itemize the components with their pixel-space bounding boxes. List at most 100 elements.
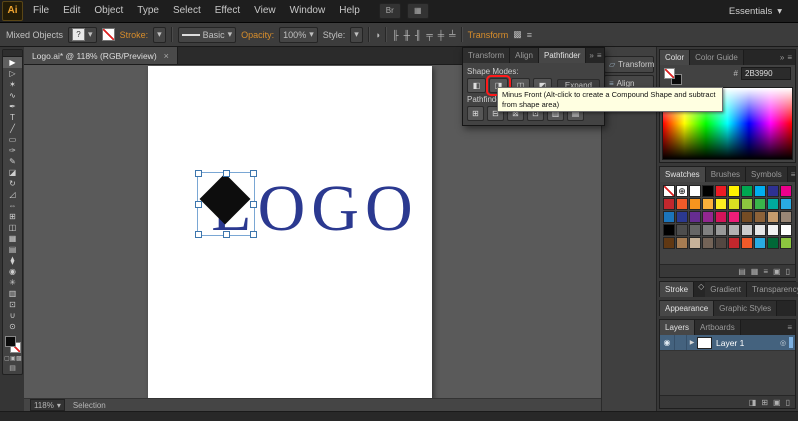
menu-select[interactable]: Select [166,0,208,22]
swatch[interactable] [663,224,675,236]
pencil-tool[interactable]: ✎ [3,156,22,167]
selection-tool[interactable]: ▶ [3,57,22,68]
target-circle-icon[interactable]: ◎ [777,339,789,347]
bridge-icon[interactable]: Br [378,3,401,19]
selection-bounding-box[interactable] [194,170,257,238]
selection-handle[interactable] [249,170,257,177]
swatch[interactable] [780,185,792,197]
line-segment-tool[interactable]: ╱ [3,123,22,134]
swatch[interactable] [741,198,753,210]
swatch[interactable] [754,237,766,249]
swatch-libraries-icon[interactable]: ▤ [738,267,746,276]
menu-file[interactable]: File [26,0,56,22]
swatch[interactable] [702,185,714,197]
swatch[interactable] [702,211,714,223]
type-tool[interactable]: T [3,112,22,123]
pen-tool[interactable]: ✒ [3,101,22,112]
swatch[interactable] [715,237,727,249]
tab-color-guide[interactable]: Color Guide [690,50,744,65]
stroke-weight-dropdown[interactable]: ▾ [153,26,166,43]
swatch[interactable] [702,237,714,249]
fill-swatch-icon[interactable] [5,336,16,347]
gradient-tool[interactable]: ▤ [3,244,22,255]
tab-artboards[interactable]: Artboards [695,320,741,335]
align-left-icon[interactable]: ╟ [392,30,398,40]
swatch[interactable] [754,224,766,236]
free-transform-tool[interactable]: ⊞ [3,211,22,222]
swatch[interactable] [780,237,792,249]
symbol-sprayer-tool[interactable]: ✳ [3,277,22,288]
menu-object[interactable]: Object [87,0,130,22]
selection-handle[interactable] [222,231,230,238]
swatch[interactable] [728,211,740,223]
layer-name[interactable]: Layer 1 [716,338,777,348]
swatch[interactable] [754,198,766,210]
swatch[interactable] [780,198,792,210]
disclosure-triangle-icon[interactable]: ▶ [687,339,697,346]
lock-toggle[interactable] [675,335,687,350]
brush-definition-dropdown[interactable]: Basic ▾ [177,26,237,43]
scale-tool[interactable]: ◿ [3,189,22,200]
isolate-mode-icon[interactable]: ▩ [513,29,522,40]
swatch[interactable] [676,198,688,210]
swatch-kinds-icon[interactable]: ≡ [763,267,768,276]
swatch[interactable] [728,185,740,197]
stroke-link[interactable]: Stroke: [120,30,149,40]
style-dropdown[interactable]: ▾ [350,26,363,43]
make-clipping-mask-icon[interactable]: ◨ [749,398,757,407]
tab-color[interactable]: Color [660,50,691,65]
opacity-dropdown[interactable]: 100% ▾ [279,26,318,43]
tab-pathfinder[interactable]: Pathfinder [538,48,587,63]
swatch[interactable] [767,211,779,223]
tab-brushes[interactable]: Brushes [705,167,747,182]
selection-handle[interactable] [194,201,202,208]
swatch[interactable] [715,211,727,223]
swatch[interactable] [741,237,753,249]
swatch[interactable] [663,198,675,210]
swatch[interactable] [754,185,766,197]
document-tab[interactable]: Logo.ai* @ 118% (RGB/Preview) × [23,47,178,64]
menu-help[interactable]: Help [332,0,367,22]
tab-transform[interactable]: Transform [463,48,511,63]
recolor-artwork-icon[interactable]: ◑ [375,30,380,40]
column-graph-tool[interactable]: ▥ [3,288,22,299]
artboard-tool[interactable]: ⊡ [3,299,22,310]
swatch[interactable] [663,185,675,197]
swatch[interactable] [702,198,714,210]
draw-normal-button[interactable]: ▢ [4,354,10,364]
swatch[interactable] [715,185,727,197]
align-right-icon[interactable]: ╢ [415,30,421,40]
swatch[interactable]: ⊕ [676,185,688,197]
swatch[interactable] [689,198,701,210]
swatch[interactable] [689,237,701,249]
lasso-tool[interactable]: ∿ [3,90,22,101]
tab-symbols[interactable]: Symbols [746,167,788,182]
toolbar-grip[interactable] [3,50,22,57]
swatch[interactable] [715,198,727,210]
opacity-link[interactable]: Opacity: [241,30,274,40]
arrange-documents-icon[interactable]: ▦ [406,3,429,19]
swatch[interactable] [728,198,740,210]
rotate-tool[interactable]: ↻ [3,178,22,189]
transform-link[interactable]: Transform [468,30,509,40]
panel-menu-icon[interactable]: ≡ [527,30,532,40]
swatch[interactable] [741,224,753,236]
eyedropper-tool[interactable]: ⧫ [3,255,22,266]
tab-swatches[interactable]: Swatches [660,167,706,182]
collapsed-transform-panel-button[interactable]: ▱ Transform [604,56,654,73]
tab-layers[interactable]: Layers [660,320,696,335]
direct-selection-tool[interactable]: ▷ [3,68,22,79]
swatch[interactable] [689,211,701,223]
swatch[interactable] [728,224,740,236]
align-top-icon[interactable]: ╤ [426,30,432,40]
swatch[interactable] [663,211,675,223]
magic-wand-tool[interactable]: ✶ [3,79,22,90]
new-sublayer-icon[interactable]: ⊞ [761,398,768,407]
panel-menu-icon[interactable]: ≡ [791,170,796,179]
screen-mode-button[interactable]: ▤ [3,364,22,374]
stroke-none-swatch-icon[interactable] [101,28,115,41]
eraser-tool[interactable]: ◪ [3,167,22,178]
swatch[interactable] [728,237,740,249]
swatch[interactable] [767,224,779,236]
swatch[interactable] [689,185,701,197]
